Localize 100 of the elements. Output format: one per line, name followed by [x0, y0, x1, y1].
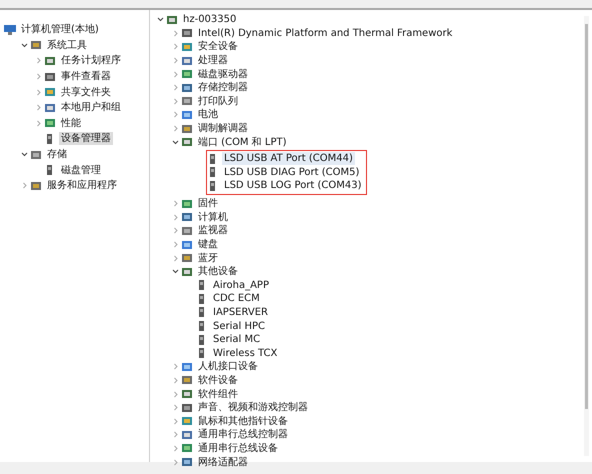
device-category-icon [181, 224, 193, 237]
tree-item[interactable]: 端口 (COM 和 LPT) [196, 136, 289, 149]
collapse-chevron-icon[interactable] [20, 151, 28, 158]
tree-item[interactable]: 通用串行总线设备 [196, 442, 280, 455]
device-category-icon [181, 456, 193, 468]
tree-item[interactable]: 事件查看器 [59, 70, 113, 84]
expand-chevron-icon[interactable] [172, 214, 178, 221]
tree-item[interactable]: 处理器 [196, 54, 230, 68]
collapse-chevron-icon[interactable] [172, 268, 178, 276]
tree-item[interactable]: 固件 [196, 197, 220, 210]
expand-chevron-icon[interactable] [34, 88, 42, 96]
tree-item[interactable]: 性能 [59, 116, 83, 130]
device-category-icon [44, 117, 56, 130]
expand-chevron-icon[interactable] [34, 73, 42, 80]
tree-item[interactable]: 计算机管理(本地) [19, 23, 101, 36]
device-category-icon [181, 27, 193, 40]
scrollbar-thumb[interactable] [585, 24, 588, 409]
expand-chevron-icon[interactable] [172, 458, 178, 466]
device-category-icon [44, 70, 56, 83]
device-category-icon [181, 82, 193, 94]
tree-item[interactable]: 软件设备 [196, 374, 240, 387]
tree-item[interactable]: 存储控制器 [196, 81, 250, 94]
expand-chevron-icon[interactable] [172, 363, 178, 370]
device-category-icon [181, 108, 193, 121]
device-category-icon [181, 402, 193, 414]
device-category-icon [30, 180, 42, 192]
expand-chevron-icon[interactable] [172, 30, 178, 37]
tree-item[interactable]: 服务和应用程序 [45, 179, 119, 192]
device-category-icon [181, 40, 193, 53]
expand-chevron-icon[interactable] [172, 376, 178, 384]
tree-item[interactable]: 声音、视频和游戏控制器 [196, 401, 310, 414]
scrollbar[interactable] [584, 16, 589, 456]
tree-item[interactable]: 打印队列 [196, 94, 240, 108]
expand-chevron-icon[interactable] [172, 43, 178, 50]
device-category-icon [44, 102, 56, 114]
expand-chevron-icon[interactable] [172, 431, 178, 438]
tree-item[interactable]: LSD USB DIAG Port (COM5) [222, 166, 362, 179]
tree-item[interactable]: Airoha_APP [211, 278, 271, 292]
expand-chevron-icon[interactable] [34, 120, 42, 127]
tree-item[interactable]: 本地用户和组 [59, 101, 123, 114]
expand-chevron-icon[interactable] [172, 404, 178, 412]
tree-item[interactable]: 键盘 [196, 238, 220, 251]
tree-item[interactable]: Serial MC [211, 333, 262, 346]
expand-chevron-icon[interactable] [34, 57, 42, 64]
tree-item[interactable]: 监视器 [196, 224, 230, 238]
tree-item[interactable]: LSD USB LOG Port (COM43) [222, 179, 364, 192]
tree-item[interactable]: 蓝牙 [196, 252, 220, 265]
tree-item[interactable]: 电池 [196, 108, 220, 122]
tree-item[interactable]: 磁盘管理 [59, 164, 103, 177]
tree-item[interactable]: 软件组件 [196, 388, 240, 401]
tree-item[interactable]: LSD USB AT Port (COM44) [222, 152, 355, 166]
device-category-icon [181, 360, 193, 373]
expand-chevron-icon[interactable] [172, 84, 178, 92]
tree-item[interactable]: 网络适配器 [196, 456, 250, 468]
expand-chevron-icon[interactable] [172, 111, 178, 118]
tree-item[interactable]: IAPSERVER [211, 306, 270, 319]
expand-chevron-icon[interactable] [172, 200, 178, 208]
device-category-icon [181, 266, 193, 278]
expand-chevron-icon[interactable] [172, 444, 178, 452]
expand-chevron-icon[interactable] [20, 182, 28, 190]
device-category-icon [30, 148, 42, 161]
tree-item[interactable]: Intel(R) Dynamic Platform and Thermal Framework [196, 26, 454, 40]
expand-chevron-icon[interactable] [172, 418, 178, 425]
tree-item[interactable]: 设备管理器 [59, 132, 113, 146]
expand-chevron-icon[interactable] [172, 227, 178, 234]
expand-chevron-icon[interactable] [34, 104, 42, 112]
device-category-icon [44, 54, 56, 67]
device-category-icon [181, 374, 193, 386]
tree-item[interactable]: 系统工具 [45, 38, 89, 52]
device-category-icon [181, 68, 193, 80]
tree-item[interactable]: 通用串行总线控制器 [196, 428, 290, 442]
expand-chevron-icon[interactable] [172, 98, 178, 105]
device-category-icon [181, 136, 193, 148]
tree-item[interactable]: 鼠标和其他指针设备 [196, 414, 290, 428]
device-category-icon [181, 198, 193, 210]
tree-item[interactable]: 调制解调器 [196, 122, 250, 136]
tree-item[interactable]: 人机接口设备 [196, 360, 260, 374]
collapse-chevron-icon[interactable] [156, 16, 164, 24]
tree-item[interactable]: Serial HPC [211, 320, 268, 333]
expand-chevron-icon[interactable] [172, 241, 178, 248]
expand-chevron-icon[interactable] [172, 57, 178, 64]
tree-item[interactable]: 其他设备 [196, 265, 240, 278]
tree-item[interactable]: 计算机 [196, 210, 230, 224]
device-category-icon [181, 252, 193, 264]
device-category-icon [181, 388, 193, 400]
device-category-icon [166, 14, 178, 26]
expand-chevron-icon[interactable] [172, 390, 178, 398]
expand-chevron-icon[interactable] [172, 70, 178, 78]
tree-item[interactable]: 存储 [45, 148, 69, 162]
expand-chevron-icon[interactable] [172, 254, 178, 262]
tree-item[interactable]: hz-003350 [181, 13, 238, 26]
tree-item[interactable]: 安全设备 [196, 40, 240, 54]
collapse-chevron-icon[interactable] [20, 42, 28, 49]
tree-item[interactable]: 磁盘驱动器 [196, 68, 250, 81]
tree-item[interactable]: 任务计划程序 [59, 54, 123, 68]
tree-item[interactable]: CDC ECM [211, 292, 262, 306]
collapse-chevron-icon[interactable] [172, 138, 178, 146]
tree-item[interactable]: Wireless TCX [211, 346, 280, 360]
tree-item[interactable]: 共享文件夹 [59, 86, 113, 99]
expand-chevron-icon[interactable] [172, 125, 178, 132]
